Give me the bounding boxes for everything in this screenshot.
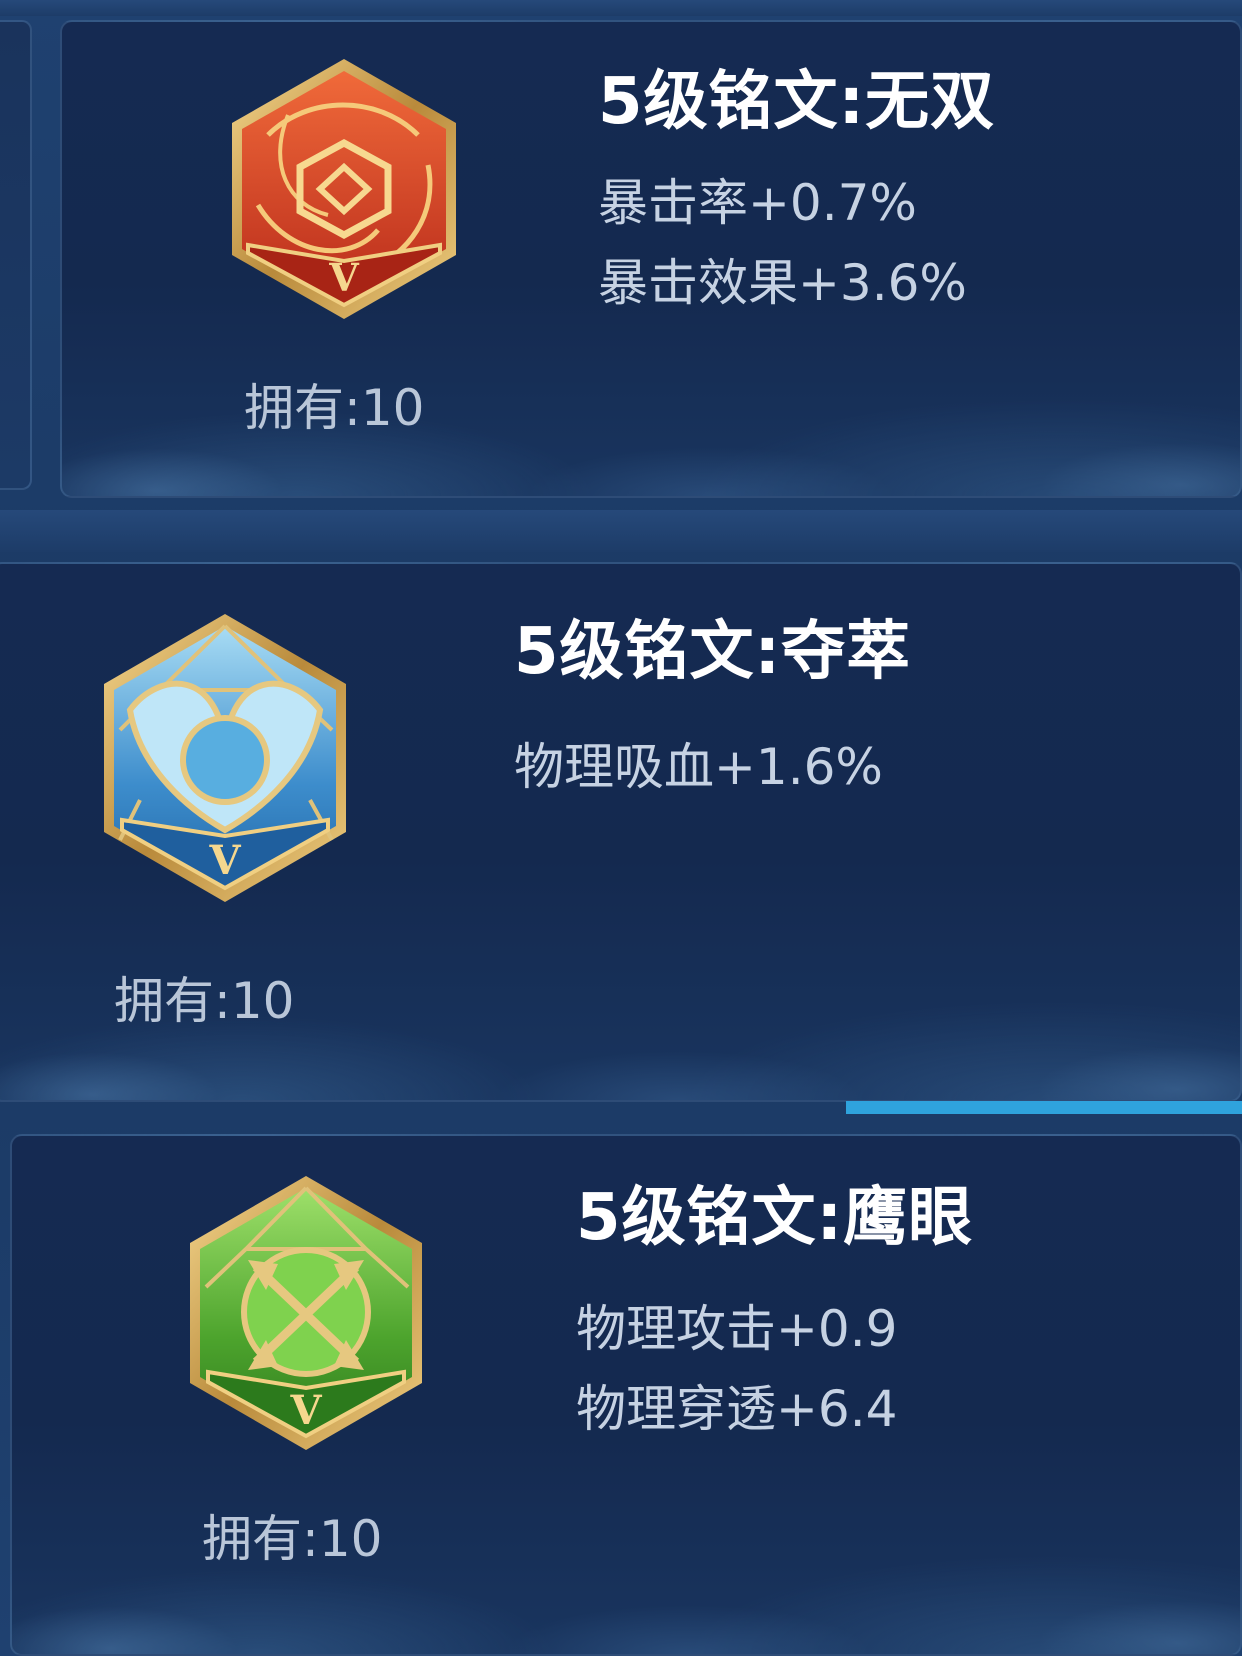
card-background-mist (62, 386, 1240, 496)
svg-text:V: V (208, 837, 241, 884)
svg-text:V: V (328, 255, 360, 300)
svg-text:V: V (289, 1387, 322, 1434)
inscription-stat: 物理穿透+6.4 (576, 1380, 898, 1438)
inscription-list-screen: V 5级铭文:无双 暴击率+0.7% 暴击效果+3.6% 拥有:10 V 5级铭… (0, 0, 1242, 1656)
inscription-title: 5级铭文:鹰眼 (576, 1181, 974, 1255)
inscription-stat: 暴击效果+3.6% (598, 254, 967, 312)
blue-hexagon-emblem-icon: V (104, 614, 346, 902)
card-gap (0, 510, 1242, 552)
inscription-stat: 物理吸血+1.6% (514, 738, 883, 796)
inscription-title: 5级铭文:夺萃 (514, 615, 912, 689)
scroll-indicator (846, 1101, 1242, 1114)
owned-count: 拥有:10 (114, 972, 295, 1030)
card-background-mist (12, 1544, 1240, 1654)
green-hexagon-emblem-icon: V (190, 1176, 422, 1450)
owned-count: 拥有:10 (202, 1510, 383, 1568)
owned-count: 拥有:10 (244, 379, 425, 437)
previous-card-edge (0, 20, 32, 490)
top-edge (0, 0, 1242, 16)
inscription-stat: 暴击率+0.7% (598, 174, 917, 232)
inscription-stat: 物理攻击+0.9 (576, 1300, 898, 1358)
red-hexagon-emblem-icon: V (232, 59, 456, 319)
inscription-title: 5级铭文:无双 (598, 65, 996, 139)
